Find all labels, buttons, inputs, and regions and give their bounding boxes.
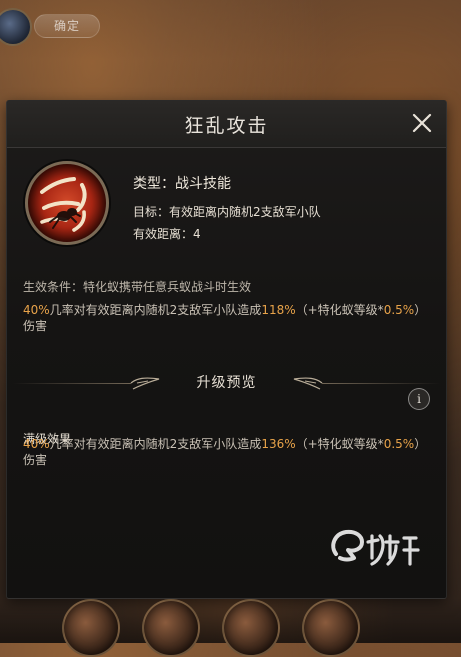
skill-target: 目标：有效距离内随机2支敌军小队 [133, 205, 321, 219]
skill-detail-dialog: 狂乱攻击 类型：战斗技能 目标：有效距离内随机2支敌军小队 有效距离：4 生效条… [6, 100, 447, 599]
effect-value: 118% [261, 303, 296, 317]
top-strip: 确定 [0, 0, 461, 60]
ant-claw-skill-icon [25, 161, 109, 245]
close-icon[interactable] [406, 107, 438, 139]
wing-ornament-right-icon [293, 375, 323, 391]
bottom-slot-4[interactable] [302, 599, 360, 657]
max-effect-suffix: （+特化蚁等级* [295, 437, 384, 451]
bottom-slot-2[interactable] [142, 599, 200, 657]
dialog-title: 狂乱攻击 [184, 115, 269, 137]
current-effect: 40%几率对有效距离内随机2支敌军小队造成118%（+特化蚁等级*0.5%）伤害 [23, 302, 425, 334]
effect-condition: 生效条件：特化蚁携带任意兵蚁战斗时生效 [23, 280, 252, 294]
upgrade-preview-title: 升级预览 [196, 375, 257, 391]
effect-suffix: （+特化蚁等级* [295, 303, 384, 317]
bottom-slot-1[interactable] [62, 599, 120, 657]
divider-line-right [322, 383, 440, 384]
skill-type: 类型：战斗技能 [133, 176, 231, 192]
effect-middle: 几率对有效距离内随机2支敌军小队造成 [49, 303, 262, 317]
watermark-logo [324, 524, 430, 570]
max-effect-middle: 几率对有效距离内随机2支敌军小队造成 [49, 437, 262, 451]
max-effect-value: 136% [261, 437, 296, 451]
info-icon[interactable]: i [408, 388, 430, 410]
max-effect-chance: 40% [23, 437, 50, 451]
skill-range: 有效距离：4 [133, 227, 201, 241]
effect-scale: 0.5% [383, 303, 415, 317]
bottom-slot-3[interactable] [222, 599, 280, 657]
top-pill-button[interactable]: 确定 [34, 14, 100, 38]
max-effect-scale: 0.5% [383, 437, 415, 451]
effect-chance: 40% [23, 303, 50, 317]
top-avatar[interactable] [0, 8, 32, 46]
dialog-header: 狂乱攻击 [7, 101, 446, 148]
upgrade-preview-divider: 升级预览 [7, 369, 446, 397]
bottom-bar [0, 598, 461, 657]
max-level-effect: 40%几率对有效距离内随机2支敌军小队造成136%（+特化蚁等级*0.5%）伤害 [23, 436, 425, 468]
